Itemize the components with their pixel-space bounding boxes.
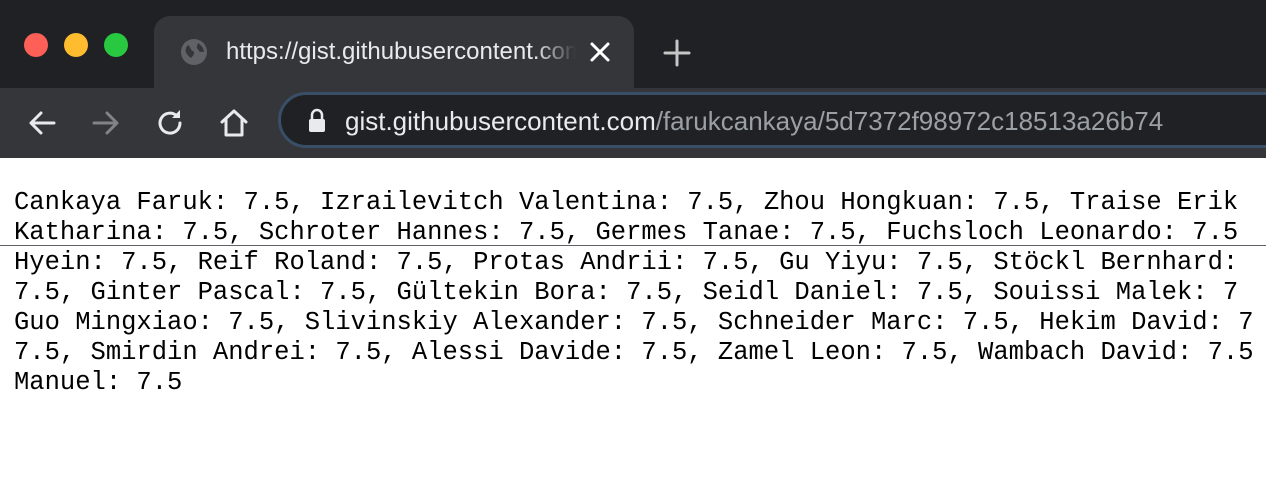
lock-icon[interactable] [305,108,329,134]
text-line: Hyein: 7.5, Reif Roland: 7.5, Protas And… [14,248,1239,277]
text-line: 7.5, Smirdin Andrei: 7.5, Alessi Davide:… [14,338,1254,367]
tab-active[interactable]: https://gist.githubusercontent.com/faruk… [154,16,634,88]
window-close-button[interactable] [24,33,48,57]
home-icon[interactable] [216,105,252,141]
text-line: Cankaya Faruk: 7.5, Izrailevitch Valenti… [14,188,1239,217]
text-line: Katharina: 7.5, Schroter Hannes: 7.5, Ge… [14,218,1239,247]
text-line: Guo Mingxiao: 7.5, Slivinskiy Alexander:… [14,308,1254,337]
plus-icon[interactable] [660,36,694,70]
text-line: Manuel: 7.5 [14,368,183,397]
toolbar: gist.githubusercontent.com/farukcankaya/… [0,88,1266,246]
tab-title: https://gist.githubusercontent.com/faruk… [226,38,576,65]
tab-strip: https://gist.githubusercontent.com/faruk… [0,0,1266,88]
text-line: 7.5, Ginter Pascal: 7.5, Gültekin Bora: … [14,278,1239,307]
close-icon[interactable] [586,38,614,66]
page-content: Cankaya Faruk: 7.5, Izrailevitch Valenti… [14,188,1266,478]
window-maximize-button[interactable] [104,33,128,57]
reload-icon[interactable] [152,105,188,141]
window-minimize-button[interactable] [64,33,88,57]
globe-icon [181,39,207,65]
arrow-right-icon[interactable] [88,105,124,141]
plain-text-body: Cankaya Faruk: 7.5, Izrailevitch Valenti… [14,188,1266,398]
url-host: gist.githubusercontent.com [345,106,656,136]
address-bar-url[interactable]: gist.githubusercontent.com/farukcankaya/… [345,103,1163,139]
address-bar[interactable]: gist.githubusercontent.com/farukcankaya/… [278,92,1266,148]
url-path: /farukcankaya/5d7372f98972c18513a26b74 [655,106,1164,136]
arrow-left-icon[interactable] [24,105,60,141]
